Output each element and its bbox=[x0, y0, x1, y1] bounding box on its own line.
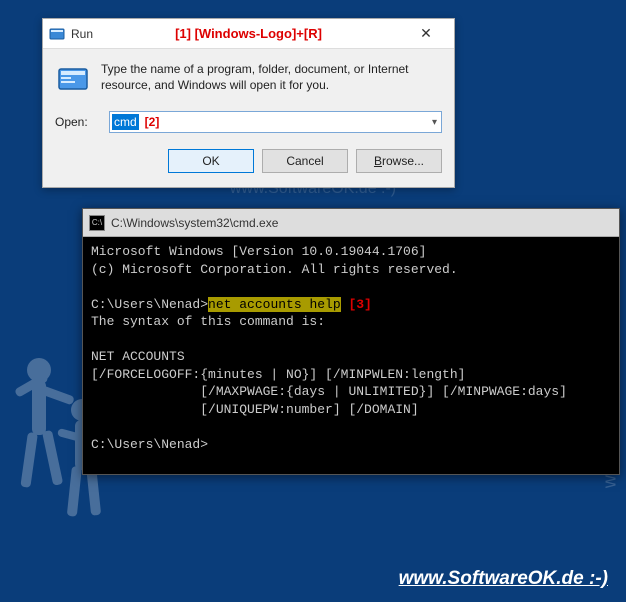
cmd-prompt: C:\Users\Nenad> bbox=[91, 437, 208, 452]
cmd-line: NET ACCOUNTS bbox=[91, 349, 185, 364]
cmd-app-icon: C:\ bbox=[89, 215, 105, 231]
cmd-title: C:\Windows\system32\cmd.exe bbox=[111, 216, 278, 230]
open-label: Open: bbox=[55, 115, 99, 129]
run-title: Run bbox=[71, 27, 93, 41]
run-description: Type the name of a program, folder, docu… bbox=[101, 61, 442, 93]
cmd-line: [/FORCELOGOFF:{minutes | NO}] [/MINPWLEN… bbox=[91, 367, 465, 382]
run-program-icon bbox=[55, 61, 91, 97]
close-button[interactable]: ✕ bbox=[406, 20, 446, 48]
footer-link[interactable]: www.SoftwareOK.de :-) bbox=[399, 568, 608, 590]
run-titlebar[interactable]: Run [1] [Windows-Logo]+[R] ✕ bbox=[43, 19, 454, 49]
cmd-output[interactable]: Microsoft Windows [Version 10.0.19044.17… bbox=[83, 237, 619, 474]
ok-button[interactable]: OK bbox=[168, 149, 254, 173]
cancel-button[interactable]: Cancel bbox=[262, 149, 348, 173]
chevron-down-icon[interactable]: ▾ bbox=[432, 117, 437, 128]
cmd-line: [/UNIQUEPW:number] [/DOMAIN] bbox=[91, 402, 419, 417]
cmd-entered-command: net accounts help bbox=[208, 297, 341, 312]
annotation-1: [1] [Windows-Logo]+[R] bbox=[175, 26, 322, 41]
cmd-line: (c) Microsoft Corporation. All rights re… bbox=[91, 262, 458, 277]
cmd-prompt: C:\Users\Nenad> bbox=[91, 297, 208, 312]
cmd-line: Microsoft Windows [Version 10.0.19044.17… bbox=[91, 244, 426, 259]
cmd-line: [/MAXPWAGE:{days | UNLIMITED}] [/MINPWAG… bbox=[91, 384, 567, 399]
cmd-titlebar[interactable]: C:\ C:\Windows\system32\cmd.exe bbox=[83, 209, 619, 237]
annotation-3: [3] bbox=[341, 297, 372, 312]
annotation-2: [2] bbox=[145, 115, 160, 129]
run-app-icon bbox=[49, 26, 65, 42]
cmd-line: The syntax of this command is: bbox=[91, 314, 325, 329]
run-dialog: Run [1] [Windows-Logo]+[R] ✕ Type the na… bbox=[42, 18, 455, 188]
browse-button[interactable]: Browse... bbox=[356, 149, 442, 173]
open-value: cmd bbox=[112, 114, 139, 130]
open-combobox[interactable]: cmd [2] ▾ bbox=[109, 111, 442, 133]
cmd-window: C:\ C:\Windows\system32\cmd.exe Microsof… bbox=[82, 208, 620, 475]
run-body: Type the name of a program, folder, docu… bbox=[43, 49, 454, 187]
